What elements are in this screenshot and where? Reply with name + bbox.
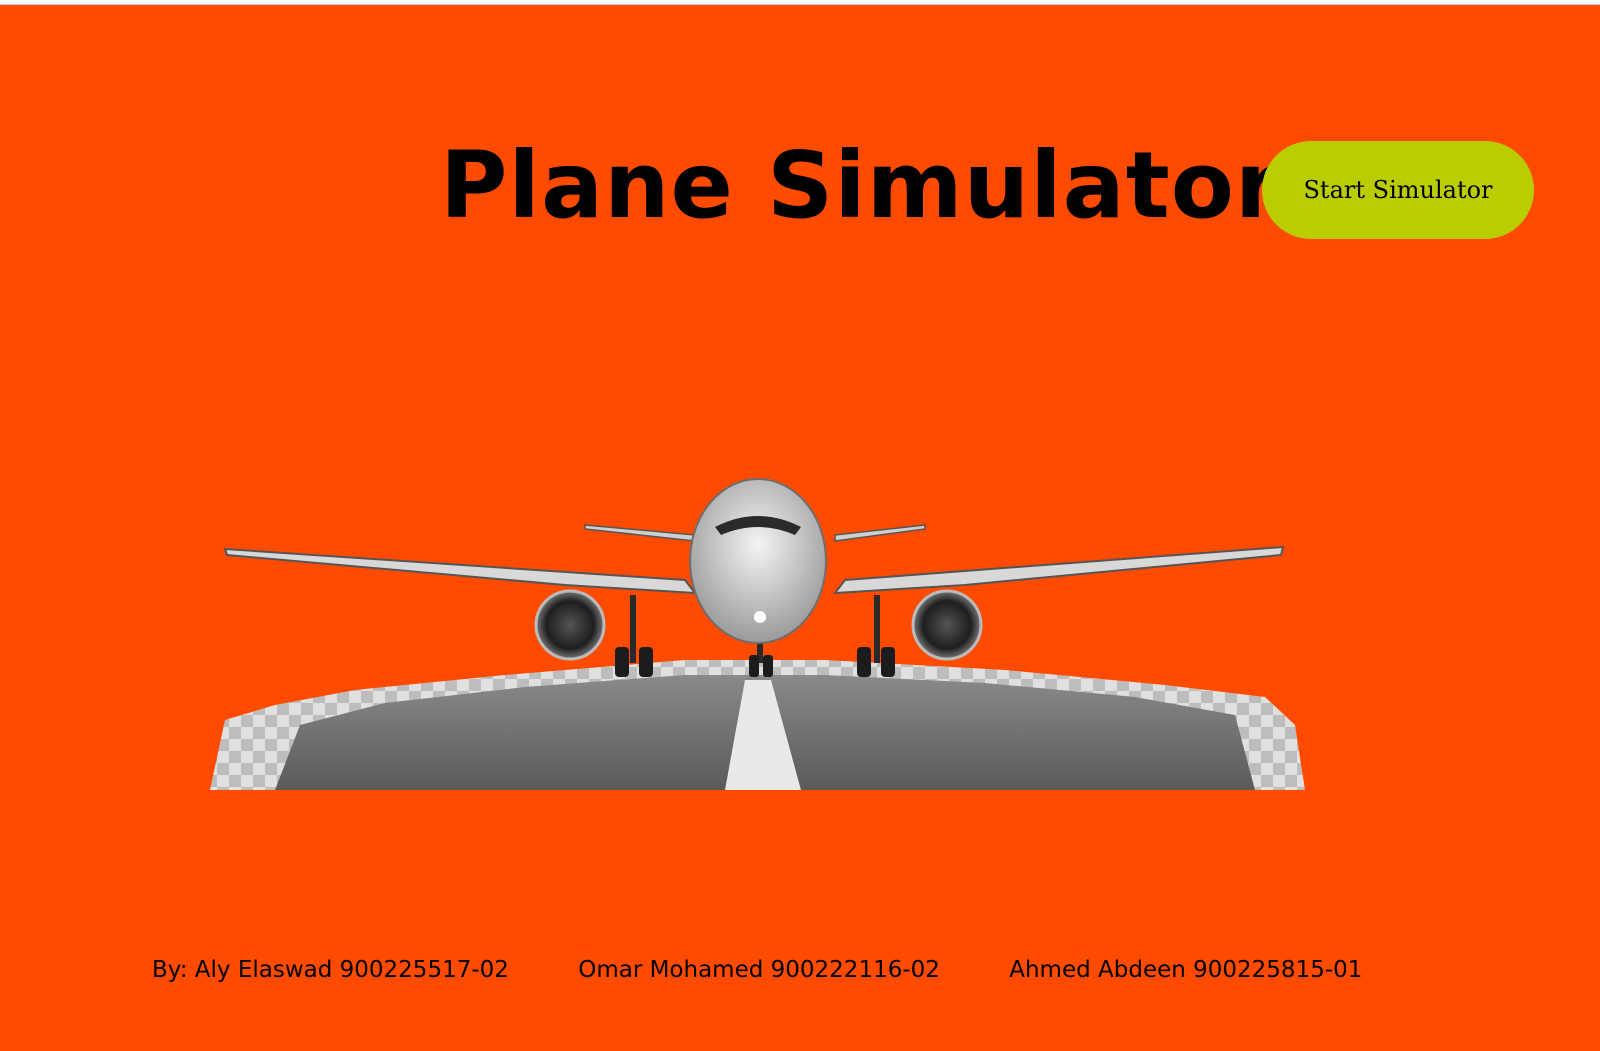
airplane-on-runway-icon [210,478,1305,790]
author-credit: Omar Mohamed 900222116-02 [578,957,940,983]
authors-footer: By: Aly Elaswad 900225517-02 Omar Mohame… [152,957,1424,983]
simulator-start-screen: Plane Simulator Start Simulator By: Aly … [0,4,1600,1051]
author-credit: By: Aly Elaswad 900225517-02 [152,957,509,983]
author-credit: Ahmed Abdeen 900225815-01 [1009,957,1363,983]
start-simulator-button[interactable]: Start Simulator [1262,141,1534,239]
page-title: Plane Simulator [440,132,1282,239]
